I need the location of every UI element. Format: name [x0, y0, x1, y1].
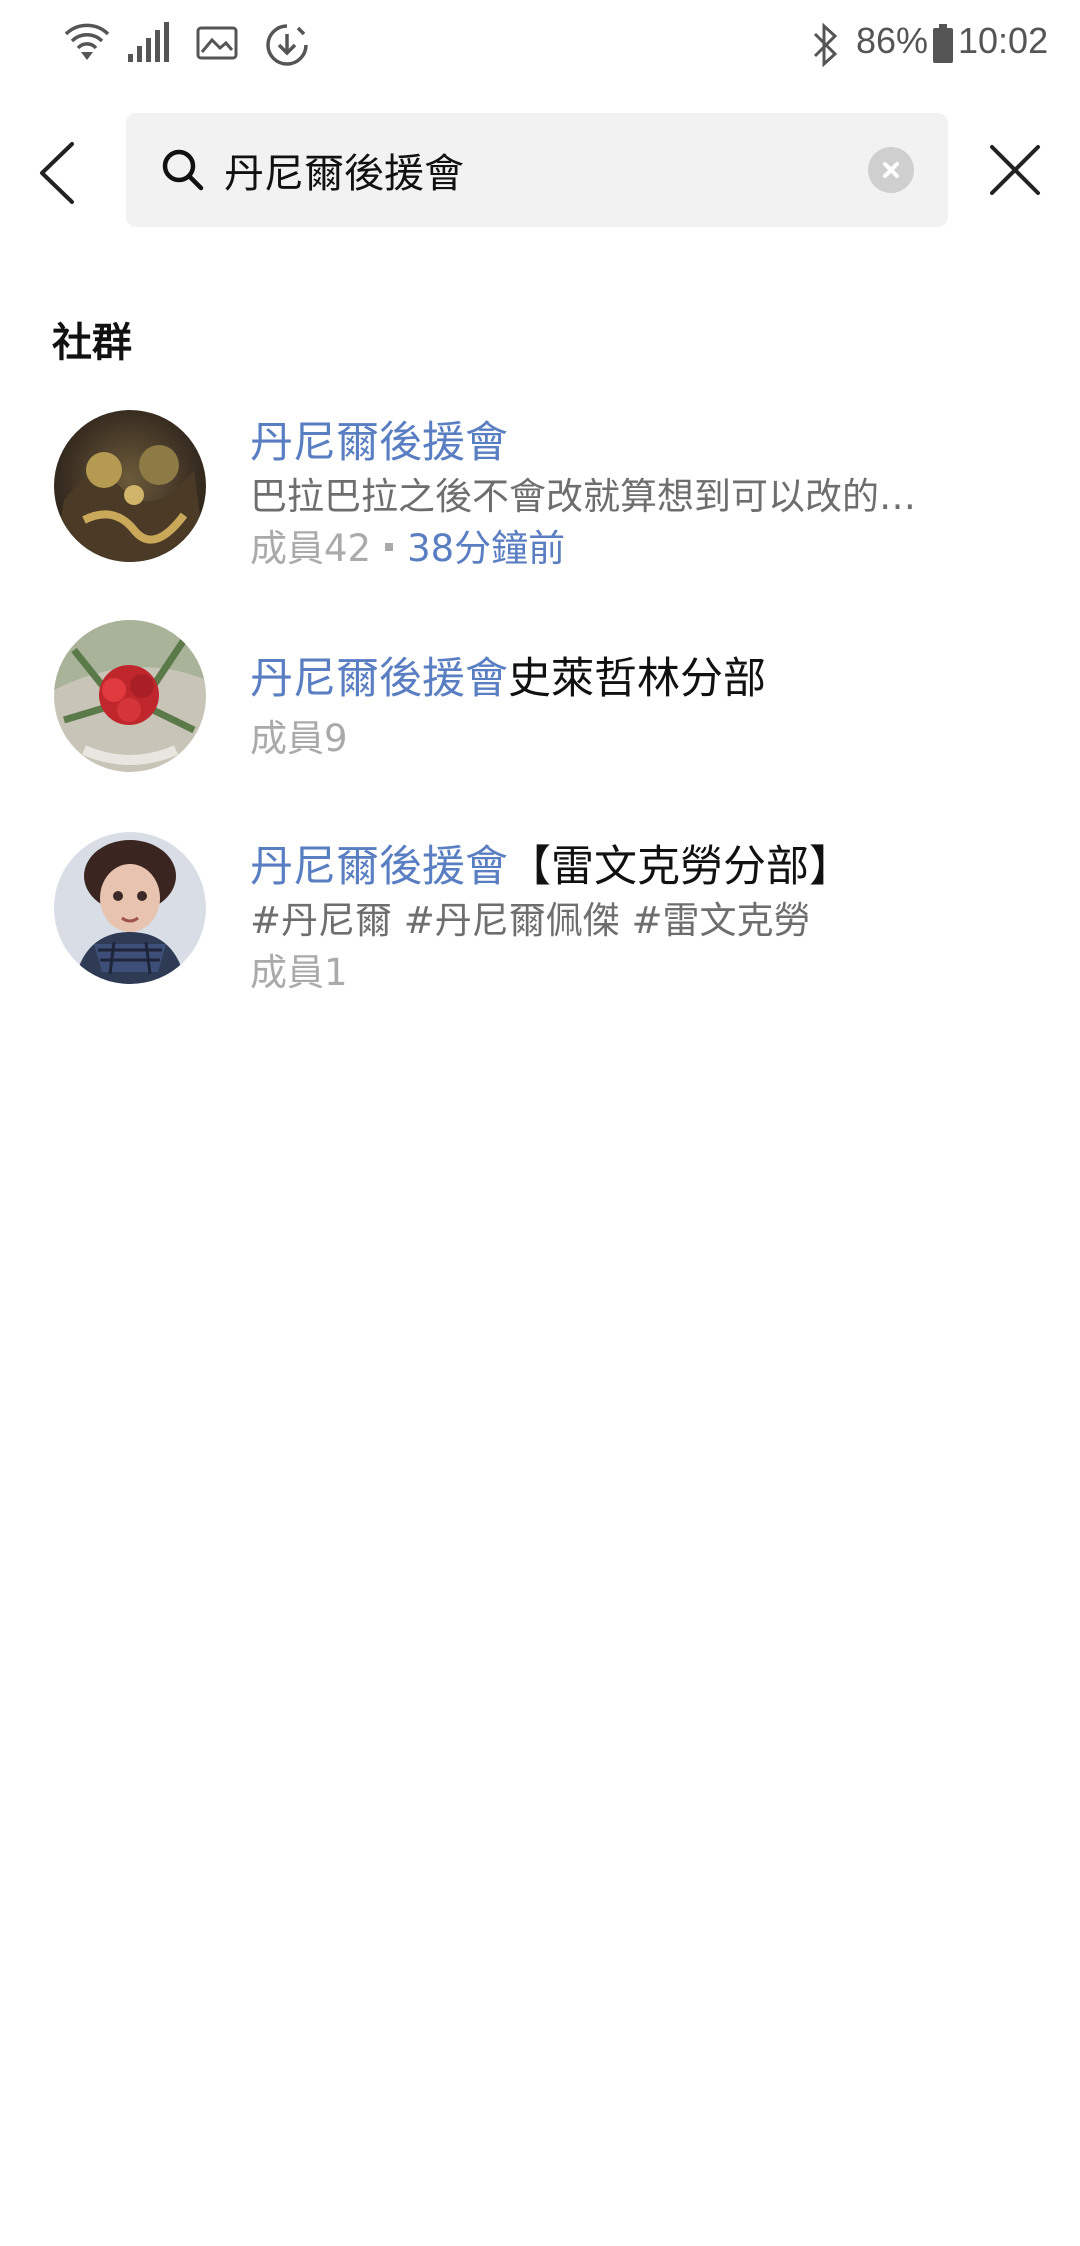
result-meta: 成員1: [250, 942, 348, 996]
clock: 10:02: [958, 20, 1049, 61]
result-name: 丹尼爾後援會: [250, 408, 508, 470]
clear-icon: [883, 162, 899, 178]
result-description: #丹尼爾 #丹尼爾佩傑 #雷文克勞: [250, 899, 811, 942]
result-item[interactable]: 丹尼爾後援會 巴拉巴拉之後不會改就算想到可以改的… 成員42 38分鐘前: [0, 408, 1080, 588]
search-box[interactable]: [126, 113, 948, 227]
download-icon: [266, 24, 308, 66]
status-bar: 86% 10:02: [0, 0, 1080, 90]
back-arrow-icon: [40, 142, 74, 204]
result-meta: 成員9: [250, 708, 348, 762]
result-item[interactable]: 丹尼爾後援會史萊哲林分部 成員9: [0, 620, 1080, 780]
section-title: 社群: [52, 320, 132, 366]
result-name-highlight: 丹尼爾後援會: [250, 418, 508, 468]
clear-search-button[interactable]: [868, 147, 914, 193]
avatar: [54, 410, 206, 562]
battery-icon: [933, 24, 953, 63]
result-name: 丹尼爾後援會【雷文克勞分部】: [250, 832, 852, 894]
separator-dot: [385, 542, 394, 551]
search-icon: [162, 149, 204, 191]
member-count: 成員9: [250, 717, 348, 760]
wifi-icon: [64, 23, 110, 60]
last-active-time: 38分鐘前: [407, 527, 566, 570]
signal-icon: [128, 22, 169, 62]
battery-percent: 86%: [856, 20, 929, 61]
close-icon: [990, 145, 1040, 195]
result-name-rest: 史萊哲林分部: [508, 654, 766, 704]
result-name-highlight: 丹尼爾後援會: [250, 842, 508, 892]
close-button[interactable]: [980, 135, 1050, 205]
search-input[interactable]: [224, 139, 824, 201]
search-bar-row: [0, 113, 1080, 228]
back-button[interactable]: [30, 138, 90, 208]
gallery-icon: [196, 26, 238, 60]
result-name-rest: 【雷文克勞分部】: [508, 842, 852, 892]
member-count: 成員42: [250, 527, 372, 570]
result-name: 丹尼爾後援會史萊哲林分部: [250, 644, 766, 706]
result-meta: 成員42 38分鐘前: [250, 518, 565, 572]
avatar: [54, 832, 206, 984]
result-item[interactable]: 丹尼爾後援會【雷文克勞分部】 #丹尼爾 #丹尼爾佩傑 #雷文克勞 成員1: [0, 832, 1080, 1012]
avatar: [54, 620, 206, 772]
member-count: 成員1: [250, 951, 348, 994]
result-description: 巴拉巴拉之後不會改就算想到可以改的…: [250, 475, 916, 518]
result-name-highlight: 丹尼爾後援會: [250, 654, 508, 704]
bluetooth-icon: [813, 22, 838, 68]
